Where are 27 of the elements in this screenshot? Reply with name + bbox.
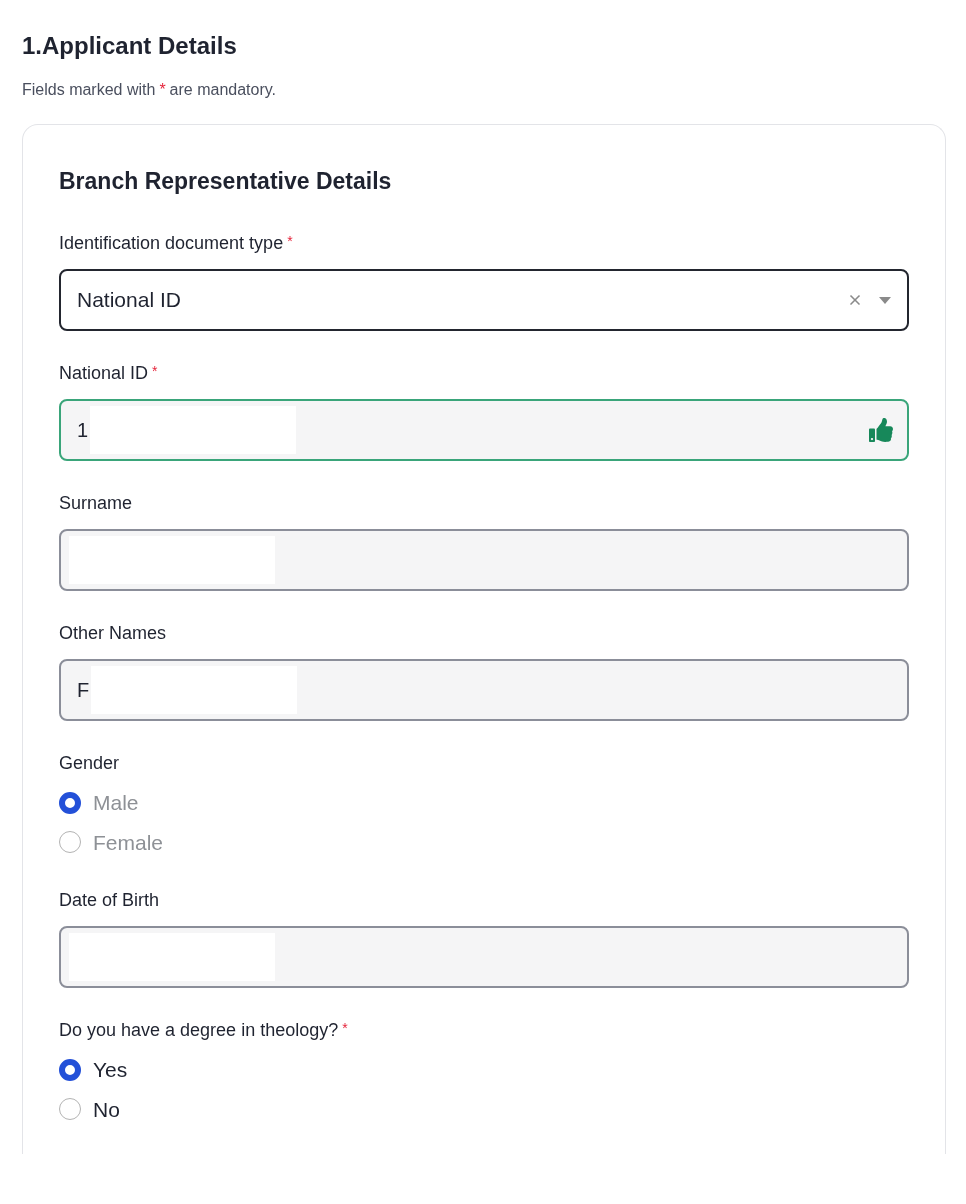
field-label: Date of Birth	[59, 889, 160, 912]
field-label: National ID	[59, 362, 149, 385]
radio-option[interactable]: Yes	[59, 1054, 128, 1086]
required-mark: *	[159, 80, 166, 100]
field-label: Other Names	[59, 622, 167, 645]
required-mark: *	[342, 1019, 348, 1038]
radio-option[interactable]: No	[59, 1093, 120, 1125]
section-title: 1.Applicant Details	[22, 31, 238, 61]
input-field[interactable]: 1	[59, 399, 909, 461]
field-value: F	[77, 678, 90, 703]
thumbs-up-icon	[867, 418, 895, 442]
note-text: are mandatory.	[169, 80, 277, 100]
caret-icon[interactable]	[879, 296, 891, 304]
field-label: Surname	[59, 492, 133, 515]
required-mark: *	[152, 362, 158, 381]
input-field[interactable]	[59, 529, 909, 591]
required-mark: *	[287, 232, 293, 251]
card-title: Branch Representative Details	[59, 167, 393, 196]
input-field[interactable]: F	[59, 659, 909, 721]
input-field[interactable]	[59, 926, 909, 988]
field-label: Identification document type	[59, 232, 284, 255]
field-label: Do you have a degree in theology?	[59, 1019, 339, 1042]
note-text: Fields marked with	[22, 80, 156, 100]
field-value: 1	[77, 418, 89, 443]
field-label: Gender	[59, 752, 120, 775]
clear-icon[interactable]	[847, 292, 863, 308]
select-field[interactable]: National ID	[59, 269, 909, 331]
